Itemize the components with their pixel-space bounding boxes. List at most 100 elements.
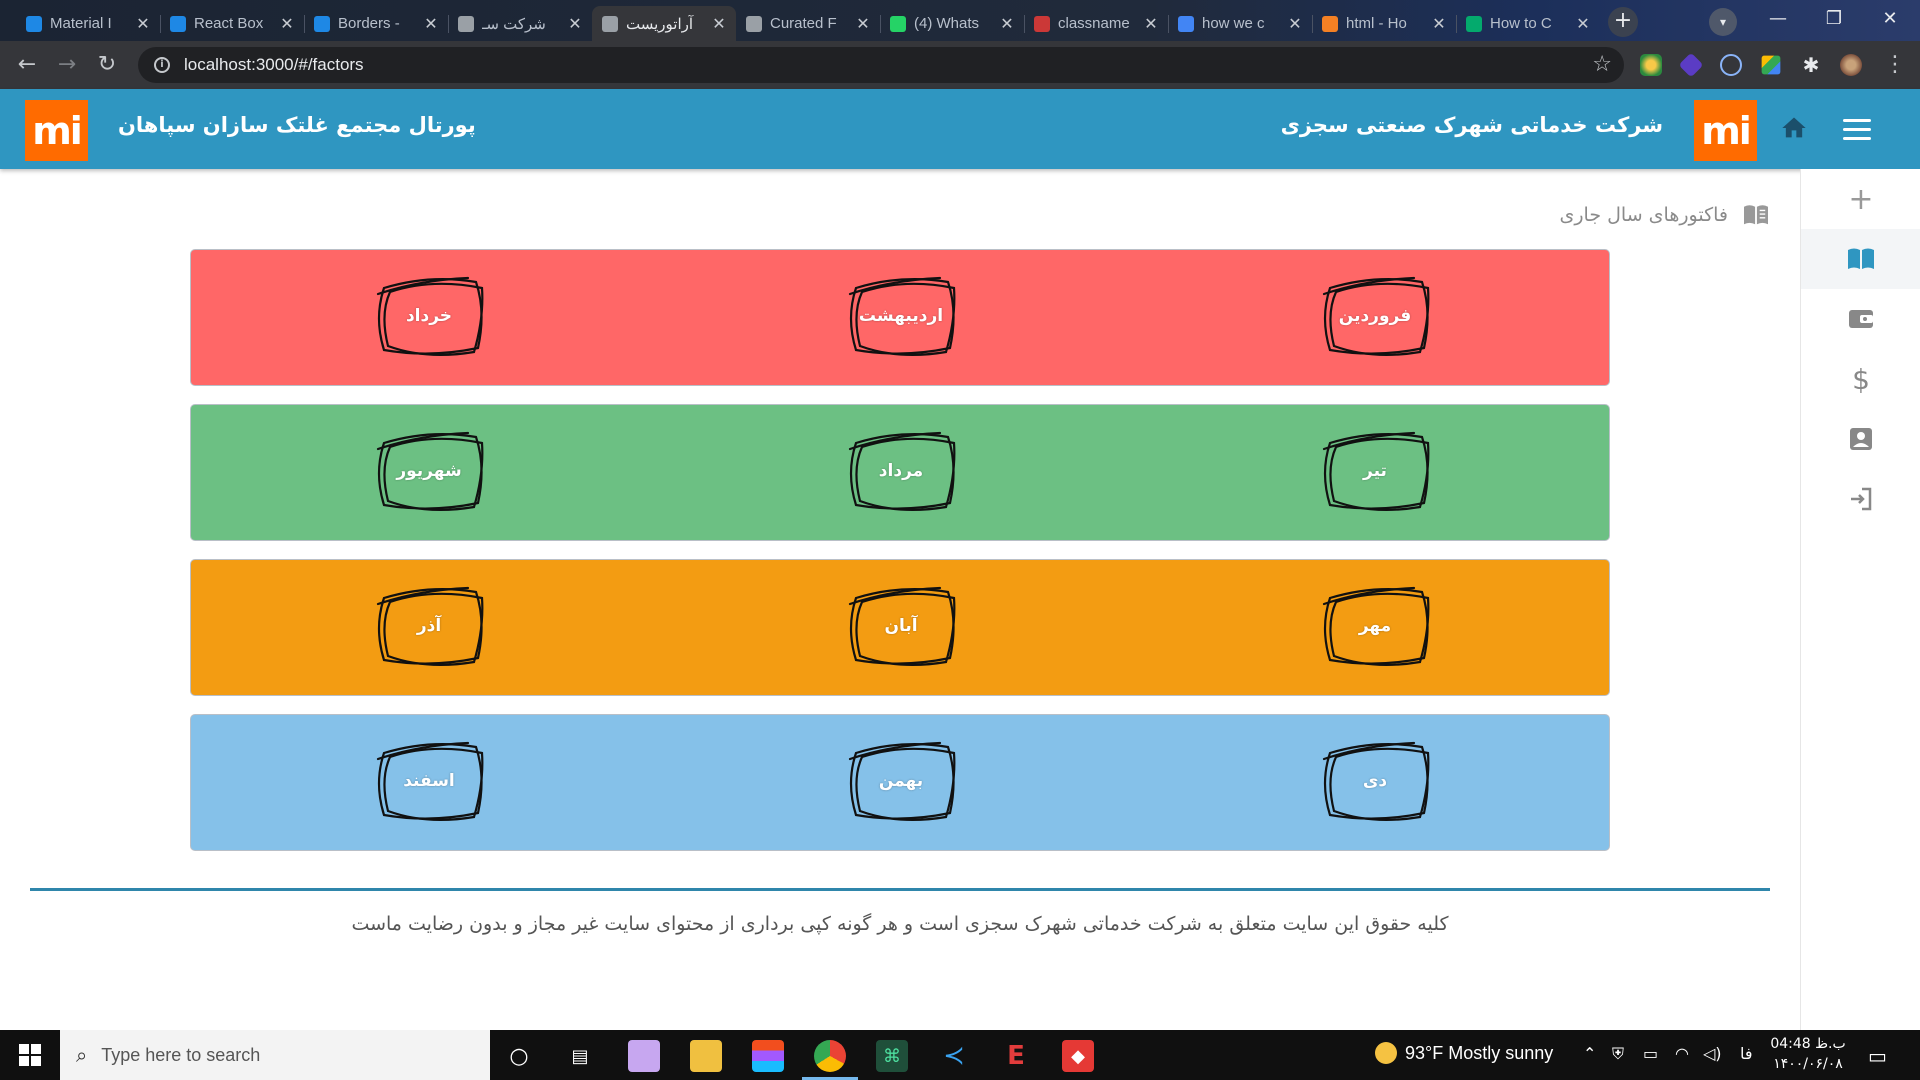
month-button[interactable]: اسفند: [370, 737, 488, 825]
tab-close-icon[interactable]: ✕: [856, 14, 870, 34]
browser-tab[interactable]: Curated F ✕: [736, 6, 880, 41]
wifi-icon[interactable]: ◠: [1675, 1044, 1689, 1063]
browser-tab[interactable]: شرکت سـ ✕: [448, 6, 592, 41]
devtool-app-icon[interactable]: ◆: [1062, 1040, 1094, 1072]
extension-globe-icon[interactable]: [1640, 54, 1662, 76]
browser-menu-icon[interactable]: ⋮: [1880, 50, 1910, 80]
editor-e-icon[interactable]: E: [1000, 1040, 1032, 1072]
weather-widget[interactable]: 93°F Mostly sunny: [1375, 1042, 1553, 1064]
copyright-text: کلیه حقوق این سایت متعلق به شرکت خدماتی …: [351, 913, 1449, 935]
sidebar-item-logout[interactable]: [1801, 469, 1920, 529]
reload-icon[interactable]: ↻: [92, 50, 122, 80]
browser-tab[interactable]: Borders - ✕: [304, 6, 448, 41]
forward-icon[interactable]: →: [52, 50, 82, 80]
notifications-icon[interactable]: ▭: [1868, 1044, 1887, 1068]
month-button[interactable]: دی: [1316, 737, 1434, 825]
month-button[interactable]: فروردین: [1316, 272, 1434, 360]
taskbar-search[interactable]: ⌕ Type here to search: [60, 1030, 490, 1080]
month-button[interactable]: آذر: [370, 582, 488, 670]
volume-icon[interactable]: ◁): [1703, 1044, 1722, 1063]
tab-close-icon[interactable]: ✕: [1000, 14, 1014, 34]
tab-close-icon[interactable]: ✕: [280, 14, 294, 34]
bookmark-star-icon[interactable]: ☆: [1592, 52, 1612, 77]
month-button[interactable]: بهمن: [842, 737, 960, 825]
month-button[interactable]: شهریور: [370, 427, 488, 515]
month-button[interactable]: خرداد: [370, 272, 488, 360]
address-bar[interactable]: i localhost:3000/#/factors ☆: [138, 47, 1624, 83]
book-icon: [1848, 248, 1874, 269]
month-button[interactable]: آبان: [842, 582, 960, 670]
browser-tab-strip: Material I ✕ React Box ✕ Borders - ✕ شرکت سـ ✕ آ…: [0, 0, 1920, 41]
tab-close-icon[interactable]: ✕: [1432, 14, 1446, 34]
tab-title: آراتوریست: [626, 15, 694, 33]
file-explorer-icon[interactable]: [690, 1040, 722, 1072]
tab-title: Borders -: [338, 15, 400, 32]
tab-close-icon[interactable]: ✕: [1288, 14, 1302, 34]
cortana-icon[interactable]: ○: [503, 1040, 535, 1072]
minimize-icon[interactable]: —: [1750, 0, 1806, 41]
tray-chevron-icon[interactable]: ⌃: [1583, 1044, 1596, 1063]
season-row: تیر مرداد شهریور: [190, 404, 1610, 541]
sidebar-item-add[interactable]: +: [1801, 169, 1920, 229]
material-ui-icon: [170, 15, 186, 32]
back-icon[interactable]: ←: [12, 50, 42, 80]
site-info-icon[interactable]: i: [154, 57, 170, 73]
sun-icon: [1375, 1042, 1397, 1064]
npm-icon: [1034, 15, 1050, 32]
browser-tab[interactable]: how we c ✕: [1168, 6, 1312, 41]
sidebar: + $: [1800, 169, 1920, 1030]
footer-divider: [30, 888, 1770, 891]
tab-title: شرکت سـ: [482, 15, 546, 33]
tab-search-icon[interactable]: ▾: [1709, 8, 1737, 36]
battery-icon[interactable]: ▭: [1643, 1044, 1658, 1063]
browser-toolbar: ← → ↻ i localhost:3000/#/factors ☆ ✱ ⋮: [0, 41, 1920, 89]
browser-tab[interactable]: classname ✕: [1024, 6, 1168, 41]
start-button[interactable]: [0, 1030, 60, 1080]
browser-tab[interactable]: html - Ho ✕: [1312, 6, 1456, 41]
tab-close-icon[interactable]: ✕: [136, 14, 150, 34]
sourcetree-icon[interactable]: ⌘: [876, 1040, 908, 1072]
profile-avatar[interactable]: [1840, 54, 1862, 76]
extensions-puzzle-icon[interactable]: ✱: [1800, 54, 1822, 76]
hamburger-menu-icon[interactable]: [1843, 119, 1871, 141]
wallet-icon: [1849, 310, 1873, 328]
weather-text: 93°F Mostly sunny: [1405, 1042, 1554, 1063]
month-button[interactable]: مرداد: [842, 427, 960, 515]
sidebar-item-factors[interactable]: [1801, 229, 1920, 289]
month-button[interactable]: مهر: [1316, 582, 1434, 670]
home-icon[interactable]: [1780, 114, 1808, 142]
tab-close-icon[interactable]: ✕: [712, 14, 726, 34]
company-logo-right: mi: [1694, 100, 1757, 161]
sidebar-item-contacts[interactable]: [1801, 409, 1920, 469]
new-tab-button[interactable]: +: [1608, 7, 1638, 37]
language-indicator[interactable]: فا: [1740, 1044, 1753, 1063]
browser-tab[interactable]: (4) Whats ✕: [880, 6, 1024, 41]
browser-tab[interactable]: How to C ✕: [1456, 6, 1600, 41]
extension-diamond-icon[interactable]: [1678, 52, 1704, 78]
browser-tab[interactable]: Material I ✕: [16, 6, 160, 41]
vscode-icon[interactable]: ≺: [938, 1040, 970, 1072]
extension-link-icon[interactable]: [1720, 54, 1742, 76]
browser-tab[interactable]: آراتوریست ✕: [592, 6, 736, 41]
season-row: دی بهمن اسفند: [190, 714, 1610, 851]
security-shield-icon[interactable]: ⛨: [1612, 1044, 1624, 1064]
figma-icon[interactable]: [752, 1040, 784, 1072]
tab-close-icon[interactable]: ✕: [1576, 14, 1590, 34]
month-button[interactable]: تیر: [1316, 427, 1434, 515]
google-drive-icon[interactable]: [1761, 55, 1781, 75]
tab-title: how we c: [1202, 15, 1265, 32]
sidebar-item-wallet[interactable]: [1801, 289, 1920, 349]
tab-close-icon[interactable]: ✕: [424, 14, 438, 34]
search-placeholder: Type here to search: [101, 1044, 261, 1065]
sidebar-item-payments[interactable]: $: [1801, 349, 1920, 409]
task-view-icon[interactable]: ▤: [564, 1040, 596, 1072]
browser-tab[interactable]: React Box ✕: [160, 6, 304, 41]
tab-close-icon[interactable]: ✕: [568, 14, 582, 34]
chrome-icon[interactable]: [814, 1040, 846, 1072]
tab-close-icon[interactable]: ✕: [1144, 14, 1158, 34]
clock[interactable]: 04:48 ب.ظ ۱۴۰۰/۰۶/۰۸: [1768, 1034, 1848, 1074]
close-window-icon[interactable]: ✕: [1862, 0, 1918, 41]
restore-icon[interactable]: ❐: [1806, 0, 1862, 41]
app-screenshot-icon[interactable]: [628, 1040, 660, 1072]
month-button[interactable]: اردیبهشت: [842, 272, 960, 360]
